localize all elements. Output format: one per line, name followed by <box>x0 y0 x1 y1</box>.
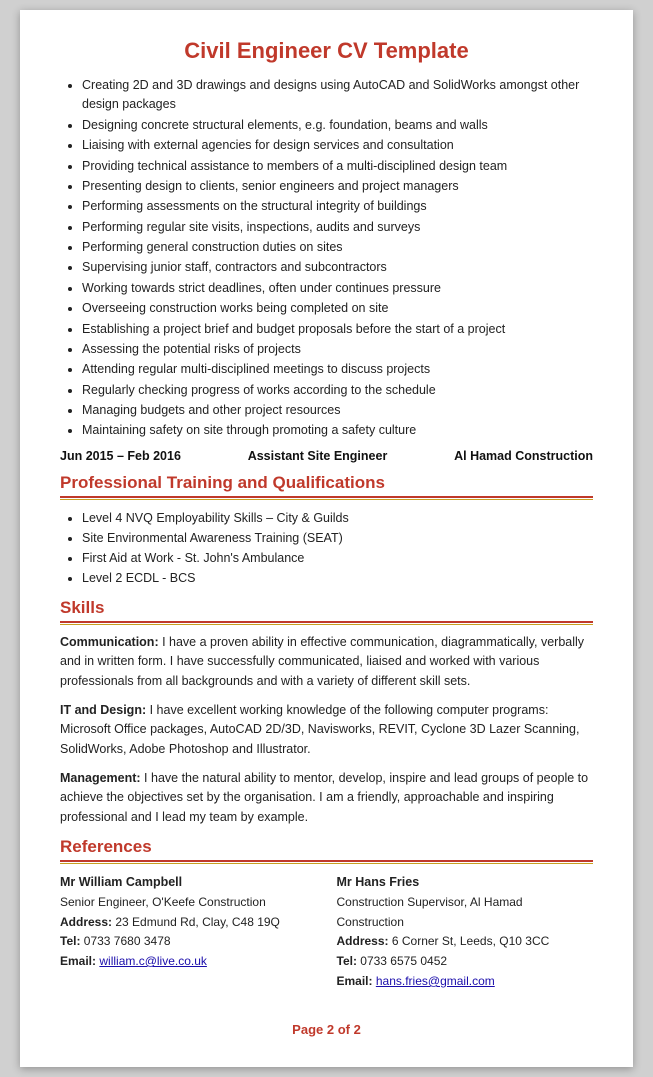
skill-paragraph-2: Management: I have the natural ability t… <box>60 769 593 827</box>
training-list: Level 4 NVQ Employability Skills – City … <box>60 508 593 588</box>
references-divider-top <box>60 860 593 862</box>
references-section-header: References <box>60 837 593 857</box>
ref1-tel-label: Tel: <box>60 934 84 948</box>
job-date: Jun 2015 – Feb 2016 <box>60 449 181 463</box>
experience-list: Creating 2D and 3D drawings and designs … <box>60 76 593 441</box>
ref1-email-label: Email: <box>60 954 99 968</box>
ref2-tel: Tel: 0733 6575 0452 <box>337 952 594 972</box>
ref2-address: Address: 6 Corner St, Leeds, Q10 3CC <box>337 932 594 952</box>
experience-bullet: Overseeing construction works being comp… <box>82 299 593 318</box>
experience-bullet: Performing general construction duties o… <box>82 238 593 257</box>
experience-bullet: Performing regular site visits, inspecti… <box>82 218 593 237</box>
ref1-address: Address: 23 Edmund Rd, Clay, C48 19Q <box>60 913 317 933</box>
experience-bullet: Regularly checking progress of works acc… <box>82 381 593 400</box>
training-bullet: Level 2 ECDL - BCS <box>82 568 593 588</box>
page-number: Page 2 of 2 <box>60 1022 593 1037</box>
skill-paragraph-0: Communication: I have a proven ability i… <box>60 633 593 691</box>
ref2-email-label: Email: <box>337 974 376 988</box>
skills-section: Communication: I have a proven ability i… <box>60 633 593 827</box>
skill-label-2: Management: <box>60 771 141 785</box>
training-section-header: Professional Training and Qualifications <box>60 473 593 493</box>
skill-label-1: IT and Design: <box>60 703 146 717</box>
training-divider-bottom <box>60 499 593 500</box>
ref2-email-link[interactable]: hans.fries@gmail.com <box>376 974 495 988</box>
ref2-address-value: 6 Corner St, Leeds, Q10 3CC <box>392 934 549 948</box>
training-divider-top <box>60 496 593 498</box>
skill-paragraph-1: IT and Design: I have excellent working … <box>60 701 593 759</box>
ref1-address-label: Address: <box>60 915 115 929</box>
training-bullet: Level 4 NVQ Employability Skills – City … <box>82 508 593 528</box>
references-divider-bottom <box>60 863 593 864</box>
experience-bullet: Providing technical assistance to member… <box>82 157 593 176</box>
reference-1: Mr William Campbell Senior Engineer, O'K… <box>60 872 317 992</box>
experience-bullet: Designing concrete structural elements, … <box>82 116 593 135</box>
ref1-name: Mr William Campbell <box>60 872 317 893</box>
job-info-line: Jun 2015 – Feb 2016 Assistant Site Engin… <box>60 449 593 463</box>
cv-page: Civil Engineer CV Template Creating 2D a… <box>20 10 633 1067</box>
skills-divider-bottom <box>60 624 593 625</box>
ref2-name: Mr Hans Fries <box>337 872 594 893</box>
experience-bullet: Attending regular multi-disciplined meet… <box>82 360 593 379</box>
experience-bullet: Presenting design to clients, senior eng… <box>82 177 593 196</box>
training-bullet: First Aid at Work - St. John's Ambulance <box>82 548 593 568</box>
experience-bullet: Liaising with external agencies for desi… <box>82 136 593 155</box>
skill-label-0: Communication: <box>60 635 159 649</box>
experience-bullet: Maintaining safety on site through promo… <box>82 421 593 440</box>
training-bullet: Site Environmental Awareness Training (S… <box>82 528 593 548</box>
references-section: Mr William Campbell Senior Engineer, O'K… <box>60 872 593 992</box>
page-title: Civil Engineer CV Template <box>60 38 593 64</box>
ref2-title: Construction Supervisor, Al Hamad Constr… <box>337 893 594 933</box>
experience-bullet: Performing assessments on the structural… <box>82 197 593 216</box>
references-grid: Mr William Campbell Senior Engineer, O'K… <box>60 872 593 992</box>
ref1-email: Email: william.c@live.co.uk <box>60 952 317 972</box>
experience-bullet: Creating 2D and 3D drawings and designs … <box>82 76 593 115</box>
job-title: Assistant Site Engineer <box>248 449 388 463</box>
experience-bullet: Supervising junior staff, contractors an… <box>82 258 593 277</box>
ref1-title: Senior Engineer, O'Keefe Construction <box>60 893 317 913</box>
skills-divider-top <box>60 621 593 623</box>
ref2-tel-value: 0733 6575 0452 <box>360 954 447 968</box>
ref1-address-value: 23 Edmund Rd, Clay, C48 19Q <box>115 915 280 929</box>
ref2-address-label: Address: <box>337 934 392 948</box>
experience-bullet: Establishing a project brief and budget … <box>82 320 593 339</box>
experience-bullet: Assessing the potential risks of project… <box>82 340 593 359</box>
ref1-tel-value: 0733 7680 3478 <box>84 934 171 948</box>
ref1-email-link[interactable]: william.c@live.co.uk <box>99 954 207 968</box>
experience-bullet: Working towards strict deadlines, often … <box>82 279 593 298</box>
ref2-tel-label: Tel: <box>337 954 361 968</box>
job-company: Al Hamad Construction <box>454 449 593 463</box>
ref1-tel: Tel: 0733 7680 3478 <box>60 932 317 952</box>
experience-bullet: Managing budgets and other project resou… <box>82 401 593 420</box>
reference-2: Mr Hans Fries Construction Supervisor, A… <box>337 872 594 992</box>
skills-section-header: Skills <box>60 598 593 618</box>
ref2-email: Email: hans.fries@gmail.com <box>337 972 594 992</box>
